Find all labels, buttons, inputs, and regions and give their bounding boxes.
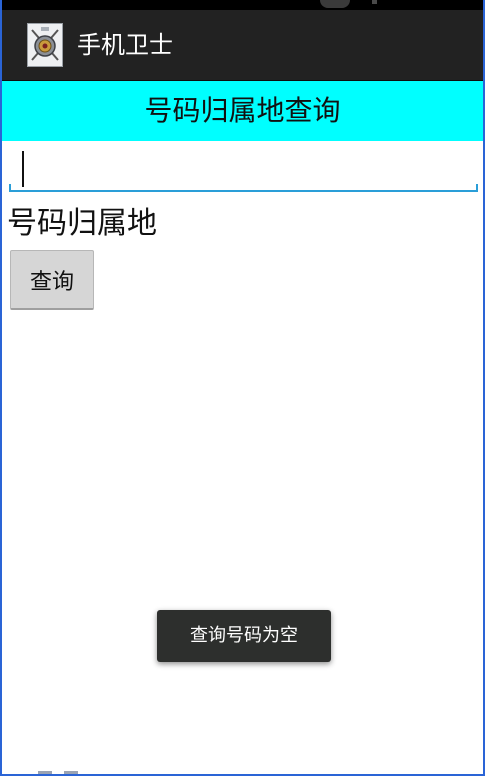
app-title: 手机卫士 [77,31,173,59]
status-bar [2,0,483,10]
status-indicator-icon [320,0,350,8]
input-underline [9,190,478,192]
query-button[interactable]: 查询 [10,250,94,310]
location-result-label: 号码归属地 [7,206,157,241]
phone-number-input[interactable] [9,145,478,191]
nav-bar-hint [38,771,52,774]
phone-number-field[interactable] [9,145,478,195]
app-screen: 手机卫士 号码归属地查询 号码归属地 查询 查询号码为空 [0,0,485,776]
toast-message: 查询号码为空 [157,610,331,662]
input-underline-cap-left [9,184,11,192]
input-underline-cap-right [476,184,478,192]
shield-logo-icon [27,23,63,67]
nav-bar-hint [64,771,78,774]
text-cursor [22,151,24,187]
page-title-banner: 号码归属地查询 [2,81,483,141]
action-bar: 手机卫士 [2,10,483,81]
status-signal-icon [372,0,377,4]
